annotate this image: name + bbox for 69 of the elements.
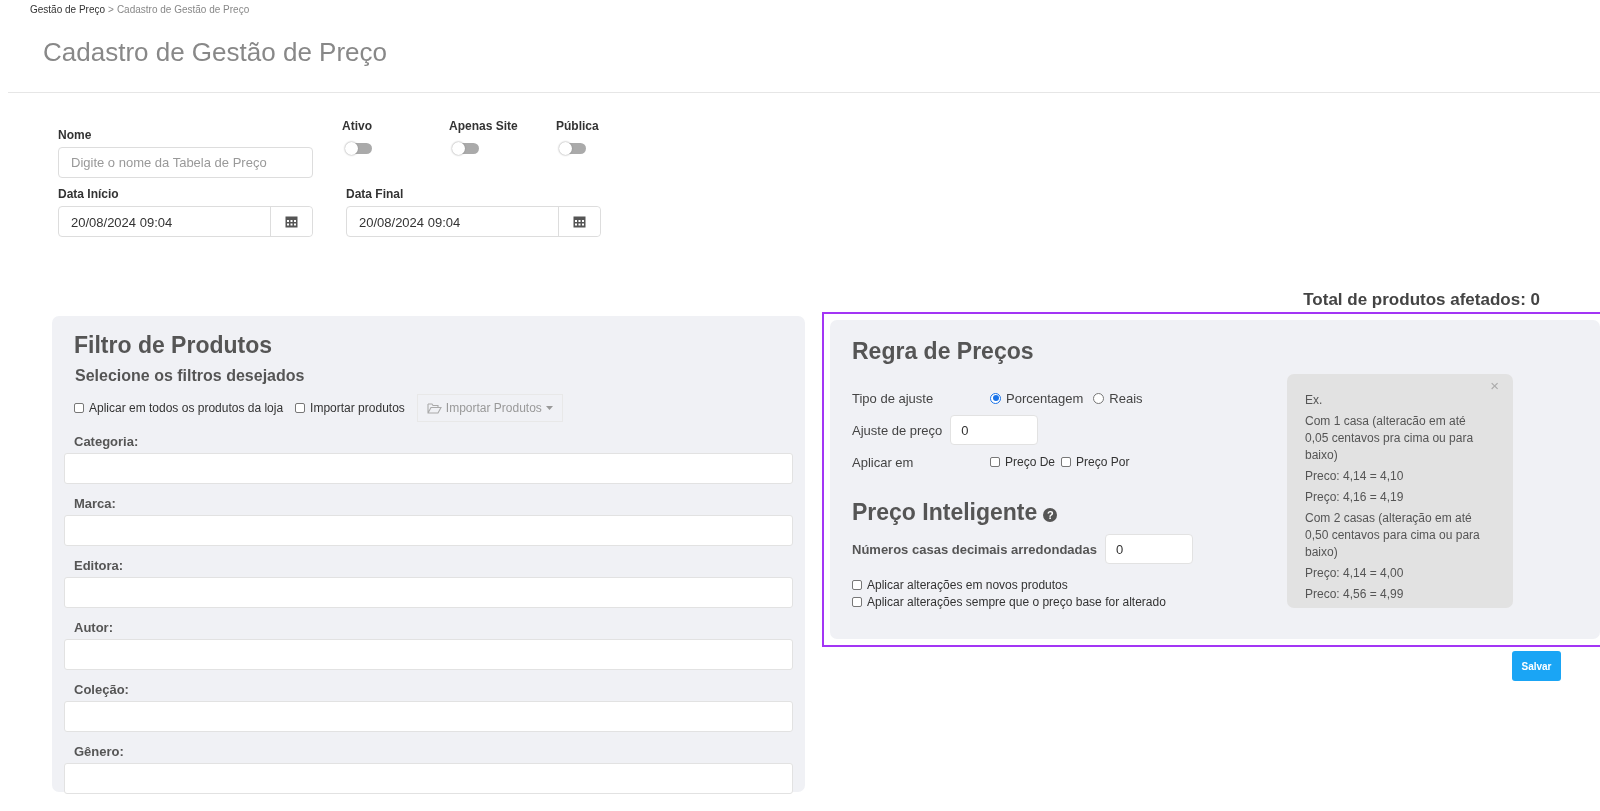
checkbox-label: Preço De	[1005, 455, 1056, 469]
field-label: Ajuste de preço	[852, 422, 943, 438]
radio-label: Porcentagem	[1006, 390, 1084, 406]
filter-input[interactable]	[64, 763, 793, 794]
checkbox[interactable]	[295, 403, 306, 413]
decimals-input[interactable]: 0	[1104, 534, 1193, 564]
checkbox[interactable]	[990, 457, 1000, 467]
filter-input[interactable]	[64, 515, 793, 546]
example-text: Ex.	[1305, 392, 1323, 409]
panel-title: Regra de Preços	[852, 338, 1035, 365]
field-label: Números casas decimais arredondadas	[852, 541, 1097, 557]
checkbox-label: Importar produtos	[310, 401, 405, 415]
field-label: Tipo de ajuste	[852, 390, 935, 406]
checkbox-label: Aplicar alterações em novos produtos	[867, 578, 1068, 592]
filter-label: Marca:	[74, 496, 117, 511]
field-label: Data Final	[346, 187, 405, 201]
filter-label: Categoria:	[74, 434, 140, 449]
example-text: Preco: 4,14 = 4,10	[1305, 468, 1404, 485]
price-adjust-input[interactable]: 0	[950, 415, 1039, 445]
breadcrumb-item[interactable]: Gestão de Preço	[30, 4, 106, 15]
radio-button[interactable]	[1093, 392, 1105, 404]
filter-label: Coleção:	[74, 682, 130, 697]
toggle-label: Apenas Site	[449, 119, 519, 133]
radio-label: Reais	[1109, 390, 1143, 406]
calendar-button[interactable]	[558, 207, 600, 236]
name-input[interactable]: Digite o nome da Tabela de Preço	[58, 147, 313, 178]
toggle-switch[interactable]	[453, 143, 479, 154]
calendar-icon	[285, 215, 298, 228]
checkbox[interactable]	[852, 580, 862, 590]
section-title: Preço Inteligente	[852, 499, 1038, 526]
date-input[interactable]: 20/08/2024 09:04	[58, 206, 313, 237]
example-text: Com 1 casa (alteracão em até 0,05 centavos pra cima ou para baixo)	[1305, 413, 1475, 464]
example-text: Preço: 4,16 = 4,19	[1305, 489, 1404, 506]
filter-input[interactable]	[64, 577, 793, 608]
panel-subtitle: Selecione os filtros desejados	[75, 367, 306, 385]
field-label: Data Início	[58, 187, 120, 201]
breadcrumb-separator: >	[108, 4, 114, 15]
filter-label: Editora:	[74, 558, 125, 573]
filter-input[interactable]	[64, 639, 793, 670]
field-label: Aplicar em	[852, 454, 915, 470]
filter-input[interactable]	[64, 701, 793, 732]
toggle-label: Pública	[556, 119, 600, 133]
checkbox-label: Aplicar alterações sempre que o preço base for alterado	[867, 595, 1166, 609]
filter-label: Autor:	[74, 620, 114, 635]
checkbox-label: Preço Por	[1076, 455, 1130, 469]
example-text: Preço: 4,14 = 4,00	[1305, 565, 1404, 582]
checkbox-label: Aplicar em todos os produtos da loja	[89, 401, 284, 415]
caret-icon	[545, 406, 553, 410]
calendar-button[interactable]	[270, 207, 312, 236]
toggle-label: Ativo	[342, 119, 373, 133]
example-text: Com 2 casas (alteração em até 0,50 centavos para cima ou para baixo)	[1305, 510, 1481, 561]
panel-title: Filtro de Produtos	[74, 332, 274, 359]
filter-label: Gênero:	[74, 744, 125, 759]
checkbox[interactable]	[1061, 457, 1072, 467]
folder-icon	[426, 402, 442, 414]
checkbox[interactable]	[74, 403, 84, 413]
radio-button[interactable]	[990, 392, 1001, 404]
example-text: Preco: 4,56 = 4,99	[1305, 586, 1404, 603]
page-title: Cadastro de Gestão de Preço	[43, 37, 388, 69]
filter-input[interactable]	[64, 453, 793, 484]
toggle-switch[interactable]	[346, 143, 372, 154]
calendar-icon	[573, 215, 586, 228]
checkbox[interactable]	[852, 597, 862, 607]
affected-products-total: Total de produtos afetados: 0	[1302, 290, 1541, 310]
field-label: Nome	[58, 128, 93, 142]
help-icon[interactable]: ?	[1043, 507, 1058, 522]
toggle-switch[interactable]	[560, 143, 586, 154]
breadcrumb-item: Cadastro de Gestão de Preço	[116, 4, 250, 15]
date-input[interactable]: 20/08/2024 09:04	[346, 206, 601, 237]
